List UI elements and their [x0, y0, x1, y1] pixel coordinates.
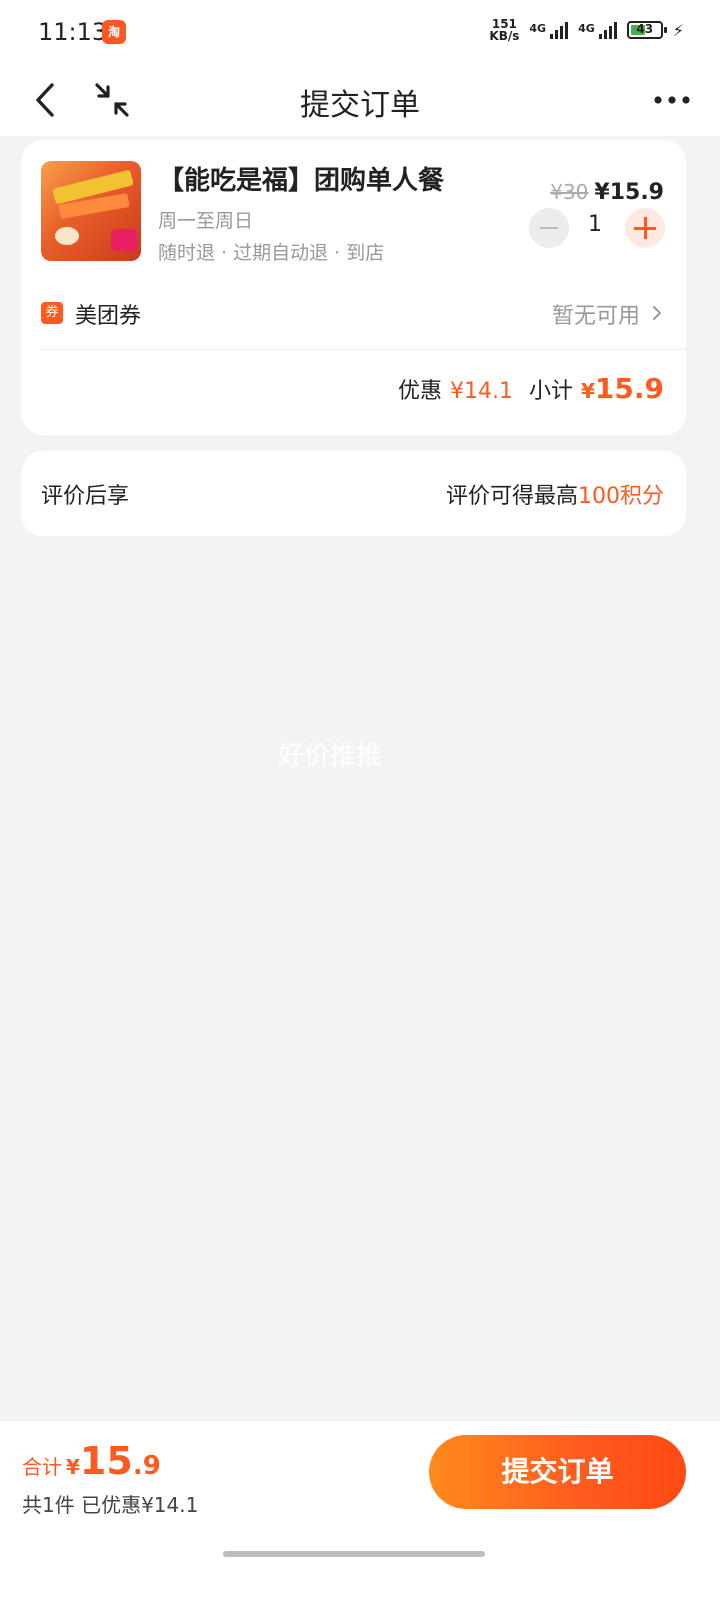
watermark: 好价推推	[277, 741, 382, 771]
taobao-app-icon: 淘	[102, 20, 126, 44]
more-dots-icon	[654, 96, 690, 104]
charging-icon: ⚡	[672, 20, 684, 40]
coupon-label: 美团券	[75, 304, 142, 329]
discount-label: 优惠	[397, 379, 442, 404]
total-amount-decimal: .9	[132, 1451, 161, 1481]
subtotal-currency: ¥	[580, 379, 595, 403]
minimize-button[interactable]	[94, 82, 130, 118]
order-summary: 共1件 已优惠¥14.1	[22, 1493, 199, 1517]
subtotal-value: 15.9	[594, 372, 664, 405]
nav-bar: 提交订单	[0, 64, 720, 136]
product-usage-days: 周一至周日	[158, 210, 254, 232]
quantity-value: 1	[588, 212, 602, 237]
price-row: ¥30 ¥15.9	[550, 180, 664, 205]
signal-sim1-icon: 4G	[529, 21, 569, 39]
product-image	[41, 161, 141, 261]
divider	[41, 349, 686, 350]
battery-icon: 43	[626, 21, 667, 39]
review-reward-prefix: 评价可得最高	[445, 484, 578, 509]
review-reward-points: 100积分	[578, 484, 664, 509]
quantity-increase-button[interactable]	[625, 208, 665, 248]
status-indicators: 151 KB/s 4G 4G 43 ⚡	[489, 18, 684, 42]
product-title: 【能吃是福】团购单人餐	[158, 166, 445, 196]
sim1-label: 4G	[529, 21, 547, 35]
total-currency: ¥	[66, 1455, 80, 1479]
status-time: 11:13	[38, 18, 108, 46]
sim2-label: 4G	[578, 21, 595, 35]
status-bar: 11:13 淘 151 KB/s 4G 4G 43 ⚡	[0, 0, 720, 64]
total-label: 合计	[22, 1455, 62, 1479]
unit-price: ¥15.9	[594, 180, 664, 205]
checkout-bar: 合计 ¥ 15 .9 共1件 已优惠¥14.1 提交订单	[0, 1420, 720, 1601]
subtotal-label: 小计	[528, 379, 573, 404]
network-speed-unit: KB/s	[489, 29, 520, 43]
order-card: 【能吃是福】团购单人餐 周一至周日 随时退 · 过期自动退 · 到店 ¥30 ¥…	[21, 140, 686, 435]
review-label: 评价后享	[41, 484, 130, 509]
coupon-row[interactable]: 券 美团券 暂无可用	[41, 290, 664, 338]
subtotal-row: 优惠 ¥14.1 小计 ¥ 15.9	[398, 372, 664, 405]
more-button[interactable]	[652, 84, 692, 116]
back-button[interactable]	[30, 82, 62, 118]
discount-value: ¥14.1	[449, 379, 513, 404]
total-line: 合计 ¥ 15 .9	[22, 1439, 161, 1483]
original-price: ¥30	[550, 180, 589, 204]
minimize-icon	[95, 83, 129, 117]
home-indicator[interactable]	[223, 1551, 485, 1557]
total-amount-integer: 15	[79, 1439, 133, 1483]
chevron-right-icon	[653, 306, 661, 320]
product-policy: 随时退 · 过期自动退 · 到店	[158, 242, 385, 264]
review-reward: 评价可得最高100积分	[446, 478, 664, 510]
back-arrow-icon	[36, 83, 54, 117]
battery-level: 43	[636, 22, 654, 36]
review-card: 评价后享 评价可得最高100积分	[21, 451, 686, 536]
signal-sim2-icon: 4G	[578, 21, 617, 39]
coupon-icon: 券	[41, 302, 63, 324]
network-speed: 151 KB/s	[489, 18, 519, 42]
quantity-decrease-button[interactable]	[529, 208, 569, 248]
submit-order-button[interactable]: 提交订单	[429, 1435, 686, 1509]
coupon-status: 暂无可用	[551, 304, 640, 329]
